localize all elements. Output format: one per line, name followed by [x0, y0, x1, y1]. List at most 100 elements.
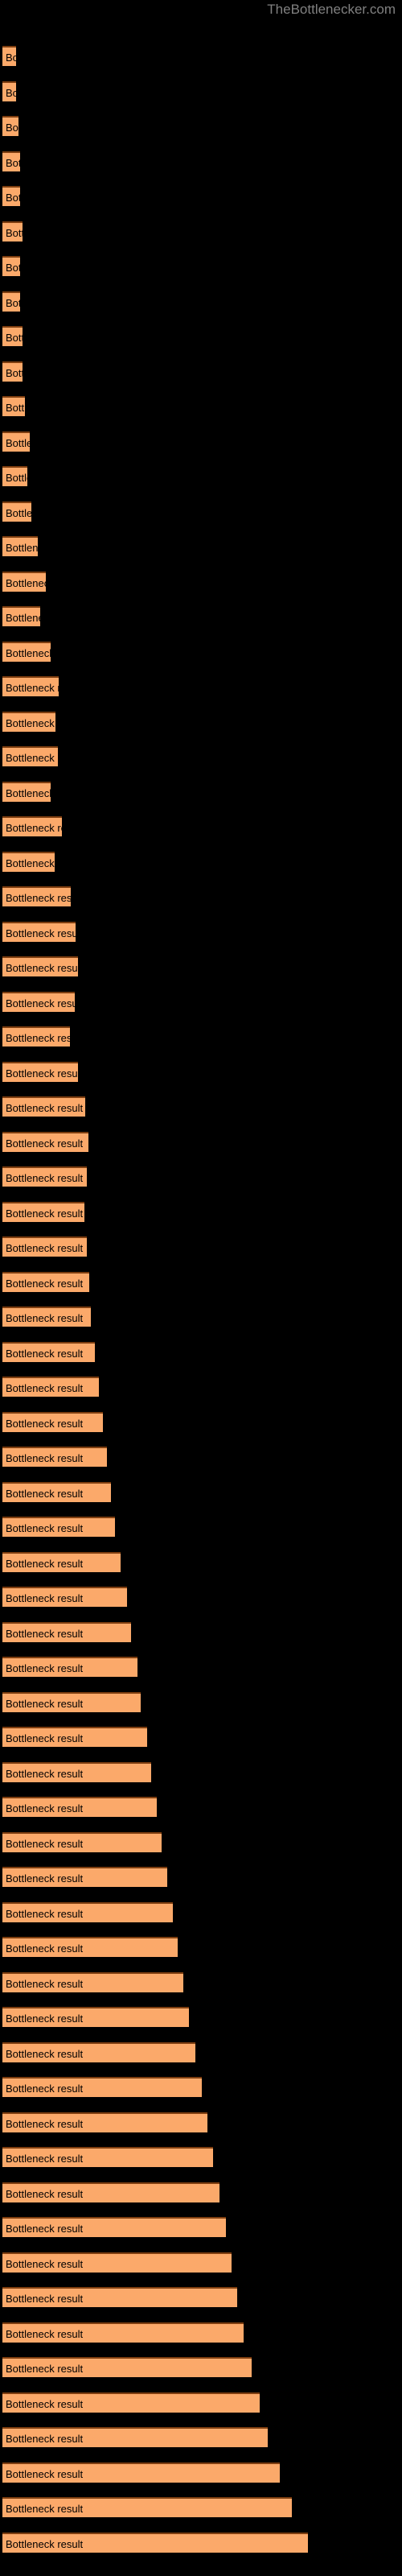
bar-label: Bottleneck result: [6, 962, 78, 974]
bar-label: Bottleneck result: [6, 332, 23, 344]
bar-label: Bottleneck result: [6, 436, 30, 449]
bar-label: Bottleneck result: [6, 1942, 84, 1955]
bar: Bottleneck result: [2, 1551, 121, 1572]
bar-label: Bottleneck result: [6, 472, 27, 484]
bar: Bottleneck result: [2, 2532, 308, 2553]
bar-label: Bottleneck result: [6, 997, 75, 1009]
bar: Bottleneck result: [2, 1621, 131, 1642]
bar: Bottleneck result: [2, 1727, 147, 1747]
bar: Bottleneck result: [2, 606, 40, 626]
bar: Bottleneck result: [2, 1377, 99, 1397]
bar-label: Bottleneck result: [6, 1242, 84, 1254]
bar-label: Bottleneck result: [6, 2083, 84, 2095]
bar-label: Bottleneck result: [6, 2293, 84, 2305]
bar-label: Bottleneck result: [6, 2327, 84, 2340]
bar-label: Bottleneck result: [6, 1172, 84, 1184]
bar: Bottleneck result: [2, 1096, 85, 1117]
bar: Bottleneck result: [2, 326, 23, 346]
bar-label: Bottleneck result: [6, 1102, 84, 1114]
bar-label: Bottleneck result: [6, 366, 23, 379]
bar-label: Bottleneck result: [6, 857, 55, 869]
bar: Bottleneck result: [2, 396, 25, 416]
bar: Bottleneck result: [2, 80, 16, 101]
bar-label: Bottleneck result: [6, 192, 20, 204]
bottleneck-bar-chart: Bottleneck result Bottleneck result Bottle…: [0, 0, 402, 2576]
bar: Bottleneck result: [2, 46, 16, 66]
bar-label: Bottleneck result: [6, 1977, 84, 1990]
bar: Bottleneck result: [2, 1971, 183, 1992]
bar: Bottleneck result: [2, 781, 51, 802]
bar: Bottleneck result: [2, 2497, 292, 2517]
bar-label: Bottleneck result: [6, 2013, 84, 2025]
bar-label: Bottleneck result: [6, 86, 16, 99]
bar: Bottleneck result: [2, 1201, 84, 1222]
bar-label: Bottleneck result: [6, 1522, 84, 1534]
bar-label: Bottleneck result: [6, 1732, 84, 1744]
bar: Bottleneck result: [2, 2007, 189, 2027]
bar: Bottleneck result: [2, 1517, 115, 1537]
bar: Bottleneck result: [2, 2217, 226, 2237]
bar-label: Bottleneck result: [6, 262, 20, 274]
bar: Bottleneck result: [2, 2392, 260, 2413]
bar-label: Bottleneck result: [6, 1032, 70, 1044]
bar: Bottleneck result: [2, 1131, 88, 1152]
bar-label: Bottleneck result: [6, 122, 18, 134]
bar-label: Bottleneck result: [6, 1452, 84, 1464]
bar-label: Bottleneck result: [6, 2537, 84, 2550]
bar: Bottleneck result: [2, 2112, 207, 2132]
bar-label: Bottleneck result: [6, 226, 23, 239]
bar-label: Bottleneck result: [6, 156, 20, 169]
bar: Bottleneck result: [2, 116, 18, 136]
bar: Bottleneck result: [2, 1481, 111, 1502]
bar: Bottleneck result: [2, 186, 20, 206]
bar-label: Bottleneck result: [6, 1137, 84, 1150]
bar: Bottleneck result: [2, 2252, 232, 2273]
bar: Bottleneck result: [2, 571, 46, 592]
bar-label: Bottleneck result: [6, 2467, 84, 2480]
bar: Bottleneck result: [2, 2322, 244, 2343]
bar-label: Bottleneck result: [6, 1557, 84, 1570]
bar: Bottleneck result: [2, 1026, 70, 1046]
bar: Bottleneck result: [2, 676, 59, 696]
bar: Bottleneck result: [2, 816, 62, 836]
bar: Bottleneck result: [2, 1797, 157, 1817]
bar-label: Bottleneck result: [6, 1837, 84, 1850]
bar-label: Bottleneck result: [6, 2397, 84, 2410]
bar-label: Bottleneck result: [6, 1312, 84, 1324]
bar: Bottleneck result: [2, 256, 20, 276]
bar-label: Bottleneck result: [6, 752, 58, 764]
bar-label: Bottleneck result: [6, 2223, 84, 2235]
bar-label: Bottleneck result: [6, 1907, 84, 1920]
bar-label: Bottleneck result: [6, 402, 25, 414]
bar: Bottleneck result: [2, 431, 30, 452]
bar: Bottleneck result: [2, 851, 55, 872]
bar: Bottleneck result: [2, 956, 78, 976]
bar-label: Bottleneck result: [6, 1417, 84, 1430]
bar-label: Bottleneck result: [6, 1767, 84, 1780]
bar: Bottleneck result: [2, 1831, 162, 1852]
bar: Bottleneck result: [2, 711, 55, 732]
bar-label: Bottleneck result: [6, 1207, 84, 1220]
bar-label: Bottleneck result: [6, 2363, 84, 2375]
bar: Bottleneck result: [2, 1867, 167, 1887]
bar-label: Bottleneck result: [6, 1067, 78, 1080]
bar: Bottleneck result: [2, 1937, 178, 1957]
bar: Bottleneck result: [2, 1761, 151, 1782]
bar-label: Bottleneck result: [6, 716, 55, 729]
bar-label: Bottleneck result: [6, 786, 51, 799]
bar-label: Bottleneck result: [6, 822, 62, 834]
bar: Bottleneck result: [2, 361, 23, 382]
bar: Bottleneck result: [2, 1236, 87, 1257]
bar: Bottleneck result: [2, 2182, 219, 2202]
bar: Bottleneck result: [2, 1691, 141, 1712]
bar-label: Bottleneck result: [6, 2047, 84, 2060]
bar: Bottleneck result: [2, 2357, 252, 2377]
bar-label: Bottleneck result: [6, 1382, 84, 1394]
bar: Bottleneck result: [2, 2041, 195, 2062]
bar-label: Bottleneck result: [6, 1662, 84, 1674]
bar: Bottleneck result: [2, 991, 75, 1012]
bar-label: Bottleneck result: [6, 646, 51, 659]
bar-label: Bottleneck result: [6, 2187, 84, 2200]
bar: Bottleneck result: [2, 221, 23, 242]
bar-label: Bottleneck result: [6, 2257, 84, 2270]
